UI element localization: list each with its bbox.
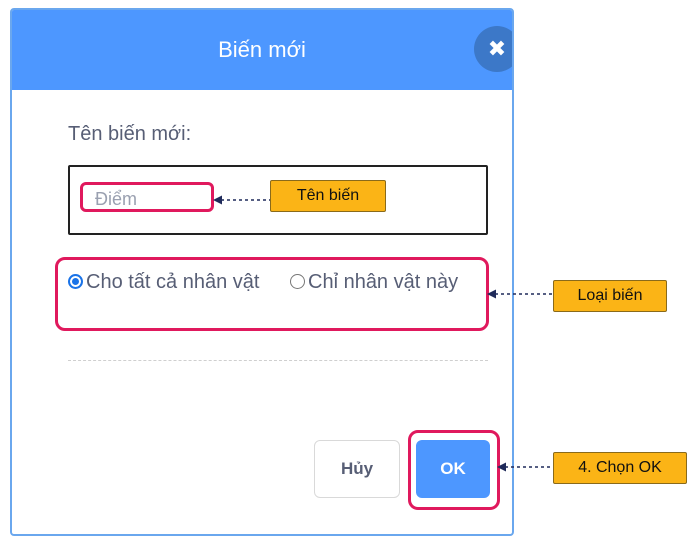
radio-unchecked-icon[interactable] [290,274,305,289]
close-icon: ✖ [487,36,507,61]
variable-name-input[interactable]: Điểm [80,182,214,212]
arrow-left-icon [487,289,553,299]
ok-button[interactable]: OK [416,440,490,498]
radio-all-sprites[interactable]: Cho tất cả nhân vật [68,270,278,294]
variable-name-label: Tên biến mới: [68,123,192,145]
arrow-left-icon [213,195,271,205]
divider [68,360,488,361]
dialog-title: Biến mới [218,37,306,62]
callout-variable-type: Loại biến [553,280,667,312]
ok-highlight: OK [408,430,500,510]
close-button[interactable]: ✖ [474,26,512,72]
variable-scope-group: Cho tất cả nhân vật Chỉ nhân vật này [55,257,489,331]
new-variable-dialog: Biến mới ✖ Tên biến mới: Điểm Cho tất cả… [10,8,514,536]
callout-choose-ok: 4. Chọn OK [553,452,687,484]
radio-this-sprite[interactable]: Chỉ nhân vật này [290,270,470,294]
radio-checked-icon[interactable] [68,274,83,289]
arrow-left-icon [497,462,555,472]
radio-all-sprites-label: Cho tất cả nhân vật [86,271,260,293]
cancel-button[interactable]: Hủy [314,440,400,498]
callout-variable-name: Tên biến [270,180,386,212]
radio-this-sprite-label: Chỉ nhân vật này [308,271,459,293]
